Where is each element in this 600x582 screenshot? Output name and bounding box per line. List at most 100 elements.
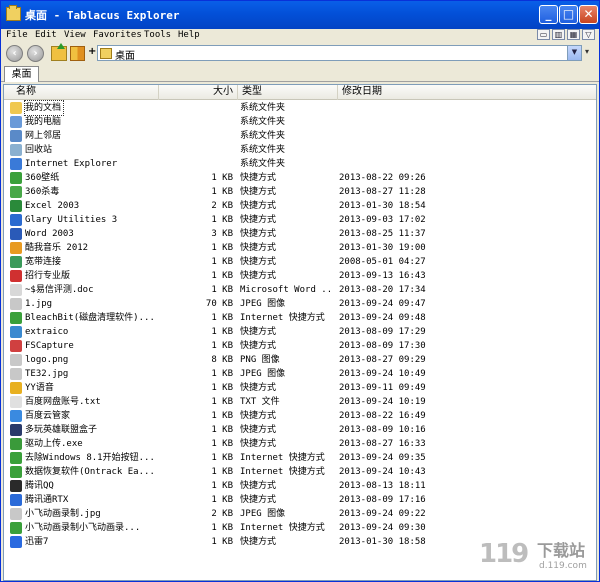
app-icon [10,214,22,226]
file-size: 1 KB [211,397,233,407]
minimize-button[interactable]: _ [539,5,558,24]
table-row[interactable]: FSCapture 1 KB 快捷方式 2013-08-09 17:30 [4,339,596,353]
table-row[interactable]: Word 2003 3 KB 快捷方式 2013-08-25 11:37 [4,227,596,241]
file-size: 1 KB [211,257,233,267]
file-size: 1 KB [211,481,233,491]
file-type: 系统文件夹 [240,145,286,155]
menu-file[interactable]: File [6,29,28,41]
column-header-size[interactable]: 大小 [159,85,238,100]
chevron-down-icon[interactable]: ▼ [567,46,581,60]
file-name: 我的电脑 [25,117,62,127]
file-date: 2013-09-24 10:49 [339,369,426,379]
file-date: 2013-09-24 09:30 [339,523,426,533]
file-size: 1 KB [211,327,233,337]
table-row[interactable]: BleachBit(磁盘清理软件)... 1 KB Internet 快捷方式 201… [4,311,596,325]
table-row[interactable]: extraico 1 KB 快捷方式 2013-08-09 17:29 [4,325,596,339]
file-name: Internet Explorer [25,159,118,169]
table-row[interactable]: 回收站 系统文件夹 [4,143,596,157]
file-type: 快捷方式 [240,271,277,281]
file-name: 1.jpg [25,299,53,309]
file-name: 我的文档 [23,100,65,116]
file-name: 迅雷7 [25,537,49,547]
table-row[interactable]: Internet Explorer 系统文件夹 [4,157,596,171]
table-row[interactable]: Excel 2003 2 KB 快捷方式 2013-01-30 18:54 [4,199,596,213]
column-header-date[interactable]: 修改日期 [338,85,596,100]
table-row[interactable]: 数据恢复软件(Ontrack Ea... 1 KB Internet 快捷方式 201… [4,465,596,479]
tab-desktop[interactable]: 桌面 [4,66,39,82]
layout-grid-icon[interactable]: ▦ [567,29,580,40]
file-list: 名称 大小 类型 修改日期 我的文档 系统文件夹 我的电脑 系统文件夹 网上邻居 系统文件… [3,84,597,581]
file-date: 2013-01-30 18:58 [339,537,426,547]
address-text[interactable]: 桌面 [115,47,135,62]
maximize-button[interactable]: □ [559,5,578,24]
file-name: 宽带连接 [25,257,62,267]
file-date: 2013-08-27 11:28 [339,187,426,197]
layout-split-icon[interactable]: ▥ [552,29,565,40]
ie-icon [10,158,22,170]
file-size: 1 KB [211,369,233,379]
file-type: 快捷方式 [240,201,277,211]
address-bar[interactable]: 桌面 ▼ [97,45,582,62]
table-row[interactable]: 我的文档 系统文件夹 [4,100,596,116]
watermark-logo: 119 [479,539,529,569]
menu-edit[interactable]: Edit [35,29,57,41]
menu-tools[interactable]: Tools [144,29,171,41]
up-folder-icon[interactable] [51,43,67,61]
table-row[interactable]: ~$易信评测.doc 1 KB Microsoft Word ... 2013-08-… [4,283,596,297]
network-icon [10,130,22,142]
table-row[interactable]: 我的电脑 系统文件夹 [4,115,596,129]
table-row[interactable]: logo.png 8 KB PNG 图像 2013-08-27 09:29 [4,353,596,367]
menu-help[interactable]: Help [178,29,200,41]
folder-icon [100,48,112,59]
filter-icon[interactable]: ▽ [582,29,595,40]
table-row[interactable]: 百度网盘账号.txt 1 KB TXT 文件 2013-09-24 10:19 [4,395,596,409]
file-date: 2013-09-24 09:48 [339,313,426,323]
file-date: 2013-09-03 17:02 [339,215,426,225]
file-size [159,157,233,171]
table-row[interactable]: 招行专业版 1 KB 快捷方式 2013-09-13 16:43 [4,269,596,283]
add-tab-icon[interactable]: + [88,46,96,57]
layout-single-icon[interactable]: ▭ [537,29,550,40]
forward-icon[interactable]: › [27,45,44,62]
file-name: 驱动上传.exe [25,439,83,449]
watermark: 119 下载站 d.119.com [475,535,595,577]
file-size: 1 KB [211,187,233,197]
table-row[interactable]: 腾讯通RTX 1 KB 快捷方式 2013-08-09 17:16 [4,493,596,507]
table-row[interactable]: 360壁纸 1 KB 快捷方式 2013-08-22 09:26 [4,171,596,185]
table-row[interactable]: 360杀毒 1 KB 快捷方式 2013-08-27 11:28 [4,185,596,199]
file-date: 2013-08-27 16:33 [339,439,426,449]
menu-view[interactable]: View [64,29,86,41]
file-size: 70 KB [205,299,233,309]
title-bar[interactable]: 桌面 - Tablacus Explorer _ □ ✕ [1,1,599,29]
table-row[interactable]: 腾讯QQ 1 KB 快捷方式 2013-08-13 18:11 [4,479,596,493]
file-name: FSCapture [25,341,74,351]
doc-icon [10,284,22,296]
file-size: 1 KB [211,383,233,393]
column-header-name[interactable]: 名称 [4,85,159,100]
column-header-type[interactable]: 类型 [238,85,338,100]
table-row[interactable]: 驱动上传.exe 1 KB 快捷方式 2013-08-27 16:33 [4,437,596,451]
table-row[interactable]: 酷我音乐 2012 1 KB 快捷方式 2013-01-30 19:00 [4,241,596,255]
table-row[interactable]: YY语音 1 KB 快捷方式 2013-09-11 09:49 [4,381,596,395]
table-row[interactable]: 小飞动画录制小飞动画录... 1 KB Internet 快捷方式 2013-09-2… [4,521,596,535]
folder-icon [6,5,21,21]
table-row[interactable]: 1.jpg 70 KB JPEG 图像 2013-09-24 09:47 [4,297,596,311]
file-name: 腾讯通RTX [25,495,69,505]
file-date [339,115,459,129]
back-icon[interactable]: ‹ [6,45,23,62]
watermark-text: 下载站 [537,541,586,560]
dropdown-icon[interactable]: ▾ [585,47,589,56]
table-row[interactable]: 百度云管家 1 KB 快捷方式 2013-08-22 16:49 [4,409,596,423]
file-name: 百度网盘账号.txt [25,397,101,407]
favorites-icon[interactable] [70,46,85,61]
menu-favorites[interactable]: Favorites [93,29,142,41]
table-row[interactable]: Glary Utilities 3 1 KB 快捷方式 2013-09-03 17:0… [4,213,596,227]
table-row[interactable]: 宽带连接 1 KB 快捷方式 2008-05-01 04:27 [4,255,596,269]
table-row[interactable]: 小飞动画录制.jpg 2 KB JPEG 图像 2013-09-24 09:22 [4,507,596,521]
table-row[interactable]: TE32.jpg 1 KB JPEG 图像 2013-09-24 10:49 [4,367,596,381]
table-row[interactable]: 网上邻居 系统文件夹 [4,129,596,143]
table-row[interactable]: 去除Windows 8.1开始按钮... 1 KB Internet 快捷方式 201… [4,451,596,465]
file-date: 2013-08-22 16:49 [339,411,426,421]
close-button[interactable]: ✕ [579,5,598,24]
table-row[interactable]: 多玩英雄联盟盒子 1 KB 快捷方式 2013-08-09 10:16 [4,423,596,437]
